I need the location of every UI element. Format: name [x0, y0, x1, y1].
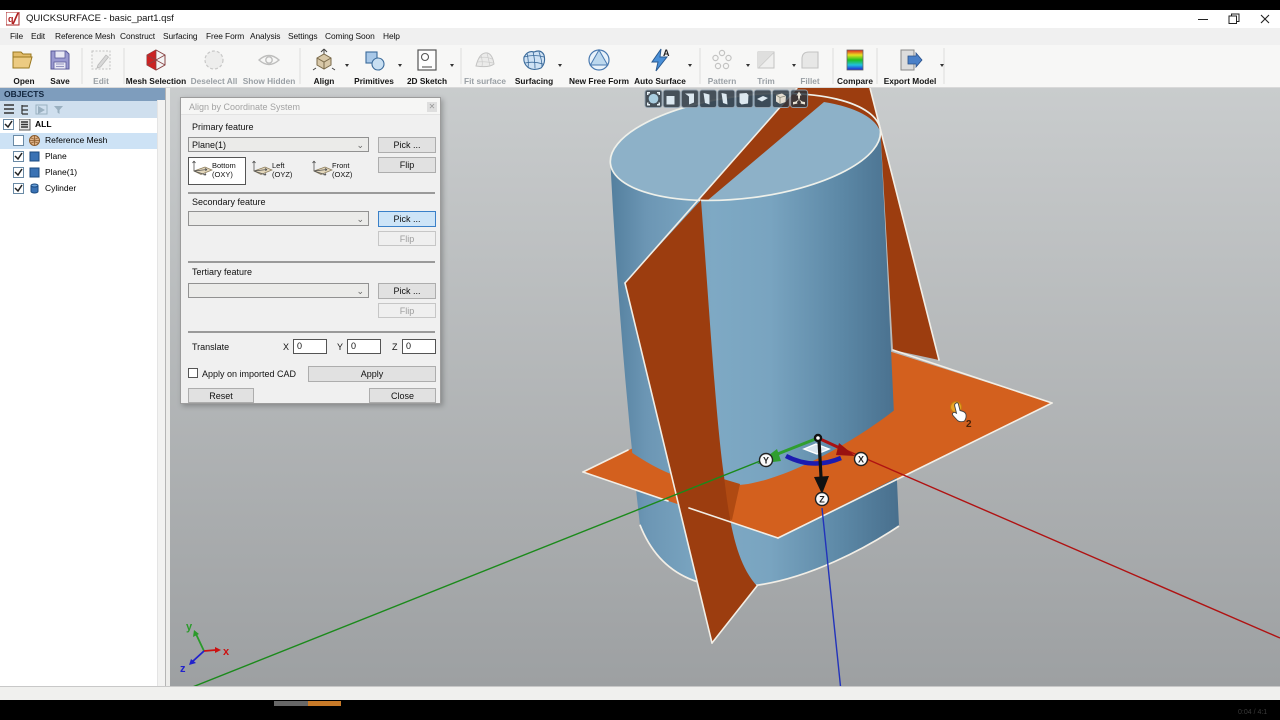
- svg-text:Z: Z: [819, 495, 825, 505]
- svg-text:A: A: [663, 48, 670, 58]
- svg-text:Y: Y: [763, 456, 769, 466]
- svg-text:y: y: [186, 621, 193, 633]
- svg-text:x: x: [223, 646, 230, 658]
- svg-text:z: z: [180, 663, 186, 675]
- svg-text:q: q: [8, 14, 14, 24]
- svg-text:2: 2: [966, 419, 972, 430]
- svg-text:X: X: [858, 455, 864, 465]
